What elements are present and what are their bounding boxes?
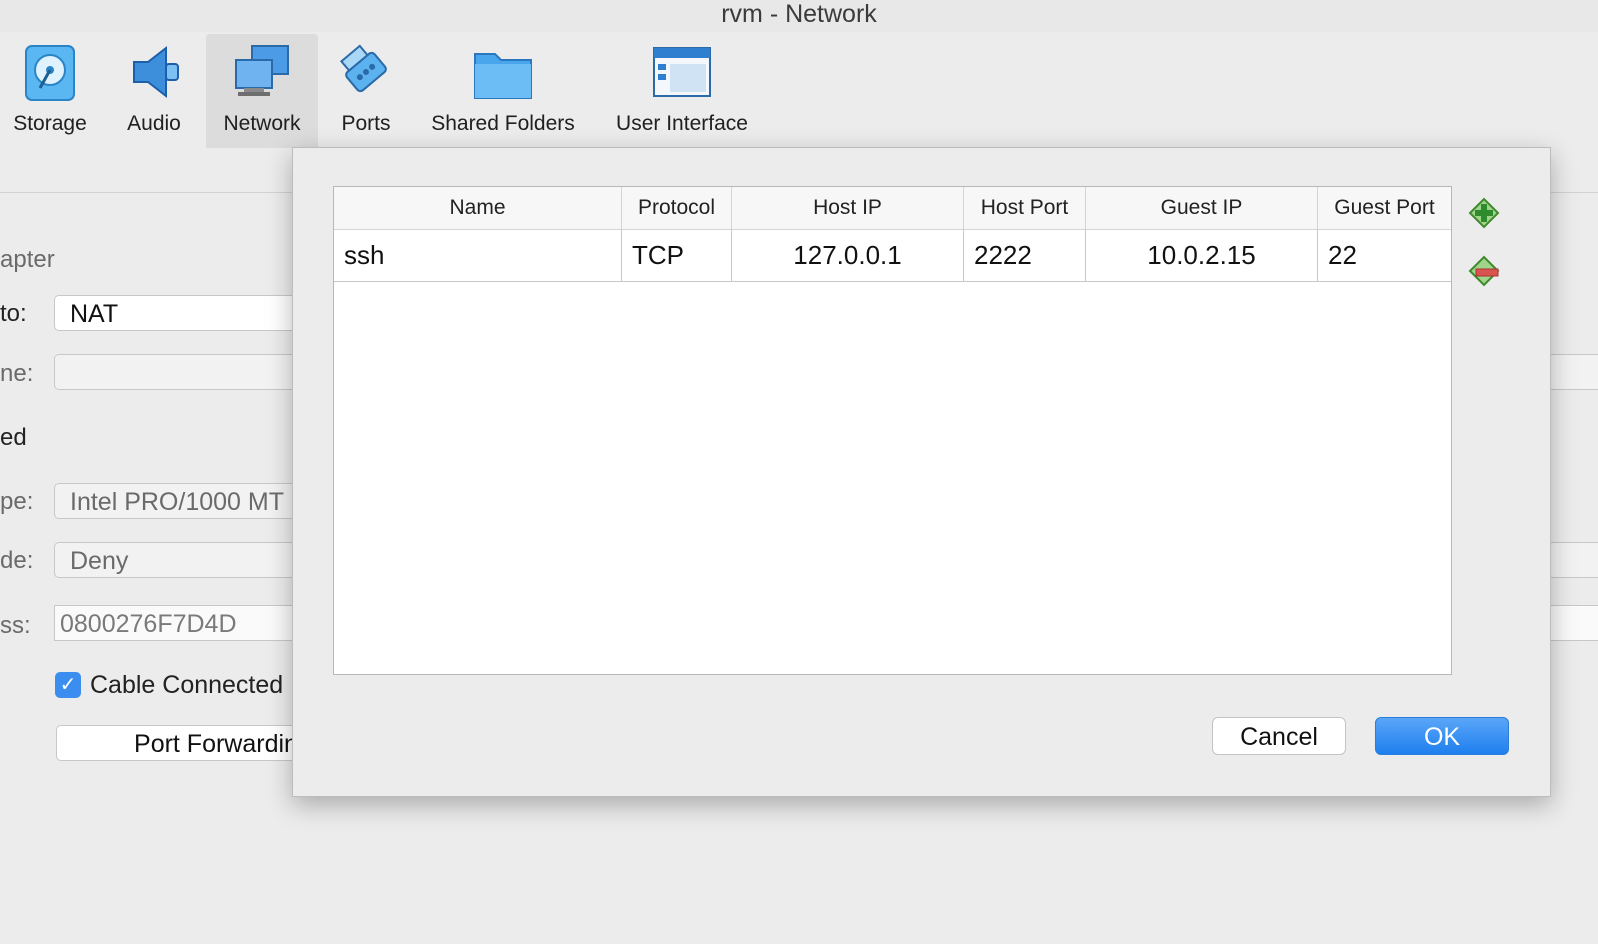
toolbar-label-user-interface: User Interface	[616, 112, 748, 135]
cell-host-port[interactable]: 2222	[964, 229, 1086, 281]
promiscuous-mode-label: de:	[0, 547, 34, 574]
column-header-guest-ip[interactable]: Guest IP	[1086, 187, 1318, 229]
name-field[interactable]	[54, 354, 314, 390]
toolbar-item-user-interface[interactable]: User Interface	[600, 34, 764, 148]
toolbar-item-network[interactable]: Network	[206, 34, 318, 148]
name-label: ne:	[0, 360, 34, 387]
toolbar-item-ports[interactable]: Ports	[320, 34, 412, 148]
user-interface-icon	[653, 47, 711, 97]
toolbar-item-audio[interactable]: Audio	[104, 34, 204, 148]
toolbar-item-storage[interactable]: Storage	[0, 34, 100, 148]
name-field-right-edge	[1548, 354, 1598, 390]
toolbar-item-shared-folders[interactable]: Shared Folders	[420, 34, 586, 148]
column-header-name[interactable]: Name	[334, 187, 622, 229]
cable-connected-label: Cable Connected	[90, 671, 284, 699]
promiscuous-mode-select[interactable]: Deny	[54, 542, 314, 578]
advanced-label[interactable]: ed	[0, 424, 27, 452]
ok-button[interactable]: OK	[1375, 717, 1509, 755]
table-row[interactable]: ssh TCP 127.0.0.1 2222 10.0.2.15 22	[334, 229, 1451, 282]
attached-to-label: to:	[0, 300, 27, 327]
mac-address-field[interactable]: 0800276F7D4D	[54, 605, 314, 641]
window-title: rvm - Network	[0, 0, 1598, 32]
toolbar-label-shared-folders: Shared Folders	[431, 112, 575, 135]
cancel-button[interactable]: Cancel	[1212, 717, 1346, 755]
toolbar-label-audio: Audio	[127, 112, 181, 135]
column-header-host-ip[interactable]: Host IP	[732, 187, 964, 229]
adapter-type-label: pe:	[0, 488, 34, 515]
cell-guest-port[interactable]: 22	[1318, 229, 1451, 281]
adapter-type-select[interactable]: Intel PRO/1000 MT	[54, 483, 314, 519]
cell-protocol[interactable]: TCP	[622, 229, 732, 281]
promiscuous-right-edge	[1548, 542, 1598, 578]
mac-address-label: ss:	[0, 612, 31, 639]
add-rule-icon[interactable]	[1466, 195, 1502, 231]
column-header-host-port[interactable]: Host Port	[964, 187, 1086, 229]
column-header-protocol[interactable]: Protocol	[622, 187, 732, 229]
toolbar-label-storage: Storage	[13, 112, 87, 135]
toolbar-label-ports: Ports	[341, 112, 391, 135]
cable-connected-checkbox[interactable]: ✓	[55, 672, 81, 698]
column-header-guest-port[interactable]: Guest Port	[1318, 187, 1451, 229]
cell-name[interactable]: ssh	[334, 229, 622, 281]
ports-icon	[339, 44, 387, 93]
port-forwarding-table: Name Protocol Host IP Host Port Guest IP…	[333, 186, 1452, 675]
mac-address-right-edge	[1548, 605, 1598, 641]
network-icon	[235, 45, 289, 96]
cell-host-ip[interactable]: 127.0.0.1	[732, 229, 964, 281]
port-forwarding-dialog: Name Protocol Host IP Host Port Guest IP…	[292, 147, 1551, 797]
shared-folders-icon	[474, 53, 532, 99]
toolbar-label-network: Network	[223, 112, 301, 135]
storage-icon	[25, 45, 75, 101]
remove-rule-icon[interactable]	[1466, 253, 1502, 289]
table-header: Name Protocol Host IP Host Port Guest IP…	[334, 187, 1451, 230]
attached-to-select[interactable]: NAT	[54, 295, 314, 331]
adapter-heading: apter	[0, 246, 55, 273]
port-forwarding-button[interactable]: Port Forwardin	[56, 725, 316, 761]
cell-guest-ip[interactable]: 10.0.2.15	[1086, 229, 1318, 281]
audio-icon	[133, 45, 179, 99]
